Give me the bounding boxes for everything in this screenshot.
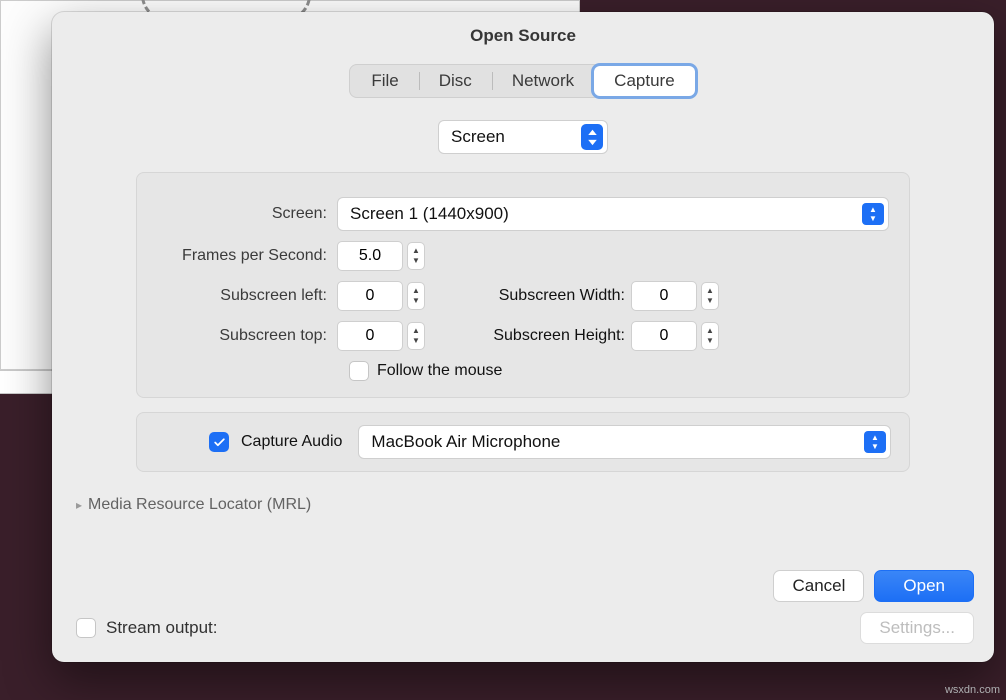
subscreen-left-stepper[interactable]: ▲▼ [407, 282, 425, 310]
subscreen-top-label: Subscreen top: [157, 327, 337, 345]
subscreen-left-input[interactable] [337, 281, 403, 311]
subscreen-left-label: Subscreen left: [157, 287, 337, 305]
cancel-button[interactable]: Cancel [773, 570, 864, 602]
screen-settings-group: Screen: Screen 1 (1440x900) ▲▼ Frames pe… [136, 172, 910, 398]
follow-mouse-checkbox[interactable] [349, 361, 369, 381]
fps-label: Frames per Second: [157, 247, 337, 265]
follow-mouse-label: Follow the mouse [377, 362, 502, 380]
updown-icon: ▲▼ [864, 431, 886, 453]
fps-stepper[interactable]: ▲▼ [407, 242, 425, 270]
audio-group: Capture Audio MacBook Air Microphone ▲▼ [136, 412, 910, 472]
check-icon [213, 436, 226, 449]
capture-mode-value: Screen [451, 127, 571, 147]
audio-device-select[interactable]: MacBook Air Microphone ▲▼ [358, 425, 891, 459]
subscreen-top-input[interactable] [337, 321, 403, 351]
stream-output-checkbox[interactable] [76, 618, 96, 638]
subscreen-width-label: Subscreen Width: [463, 287, 631, 305]
tab-segment: File Disc Network Capture [349, 64, 696, 98]
subscreen-width-stepper[interactable]: ▲▼ [701, 282, 719, 310]
dialog-title: Open Source [52, 12, 994, 64]
open-source-dialog: Open Source File Disc Network Capture Sc… [52, 12, 994, 662]
tab-file[interactable]: File [351, 66, 418, 96]
capture-audio-checkbox[interactable] [209, 432, 229, 452]
screen-value: Screen 1 (1440x900) [350, 204, 852, 224]
subscreen-width-input[interactable] [631, 281, 697, 311]
mrl-disclosure[interactable]: ▸ Media Resource Locator (MRL) [76, 496, 970, 514]
bottom-bar: Stream output: Settings... [76, 612, 974, 644]
screen-select[interactable]: Screen 1 (1440x900) ▲▼ [337, 197, 889, 231]
mrl-label: Media Resource Locator (MRL) [88, 496, 311, 514]
tab-network[interactable]: Network [492, 66, 594, 96]
capture-mode-select[interactable]: Screen ▲▼ [438, 120, 608, 154]
settings-button[interactable]: Settings... [860, 612, 974, 644]
tab-bar: File Disc Network Capture [52, 64, 994, 98]
subscreen-height-input[interactable] [631, 321, 697, 351]
updown-icon: ▲▼ [581, 124, 603, 150]
subscreen-height-label: Subscreen Height: [463, 327, 631, 345]
background-divider [0, 370, 52, 394]
open-button[interactable]: Open [874, 570, 974, 602]
subscreen-height-stepper[interactable]: ▲▼ [701, 322, 719, 350]
subscreen-top-stepper[interactable]: ▲▼ [407, 322, 425, 350]
tab-disc[interactable]: Disc [419, 66, 492, 96]
fps-input[interactable] [337, 241, 403, 271]
chevron-right-icon: ▸ [76, 498, 82, 512]
stream-output-label: Stream output: [106, 618, 218, 638]
updown-icon: ▲▼ [862, 203, 884, 225]
tab-capture[interactable]: Capture [594, 66, 694, 96]
watermark: wsxdn.com [945, 684, 1000, 696]
screen-label: Screen: [157, 205, 337, 223]
audio-device-value: MacBook Air Microphone [371, 432, 854, 452]
capture-audio-label: Capture Audio [241, 433, 342, 451]
